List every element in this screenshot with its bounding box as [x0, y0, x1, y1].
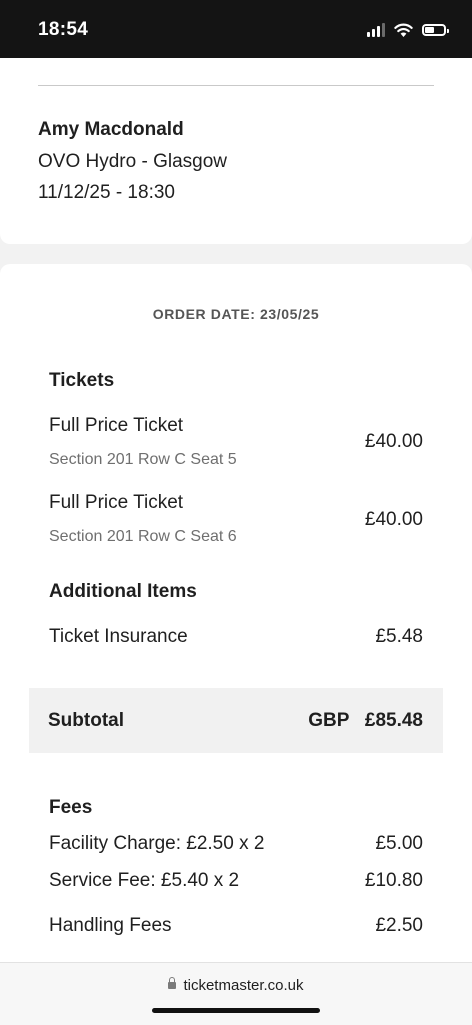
- home-indicator[interactable]: [152, 1008, 320, 1013]
- subtotal-value: GBP £85.48: [308, 710, 423, 731]
- status-time: 18:54: [38, 19, 89, 40]
- fees-heading: Fees: [49, 797, 93, 818]
- order-summary-card: ORDER DATE: 23/05/25 Tickets Full Price …: [0, 264, 472, 1024]
- event-venue: OVO Hydro - Glasgow: [38, 151, 227, 172]
- wifi-icon: [394, 23, 413, 37]
- fee-label: Service Fee: £5.40 x 2: [49, 870, 240, 891]
- ticket-name: Full Price Ticket: [49, 415, 184, 436]
- fee-amount: £5.00: [375, 833, 423, 854]
- ticket-price: £40.00: [364, 431, 423, 452]
- url-display[interactable]: ticketmaster.co.uk: [0, 977, 472, 994]
- ticket-name: Full Price Ticket: [49, 492, 184, 513]
- cellular-signal-icon: [367, 23, 385, 37]
- ticket-seat: Section 201 Row C Seat 6: [49, 528, 237, 545]
- subtotal-row: Subtotal GBP £85.48: [29, 688, 443, 753]
- ticket-insurance-price: £5.48: [375, 626, 423, 647]
- browser-address-bar[interactable]: ticketmaster.co.uk: [0, 962, 472, 1025]
- event-datetime: 11/12/25 - 18:30: [38, 182, 175, 203]
- battery-icon: [422, 24, 449, 36]
- fee-label: Handling Fees: [49, 915, 172, 936]
- url-text: ticketmaster.co.uk: [183, 977, 304, 994]
- status-icons: [367, 20, 449, 40]
- fee-amount: £2.50: [375, 915, 423, 936]
- ticket-seat: Section 201 Row C Seat 5: [49, 451, 237, 468]
- fee-label: Facility Charge: £2.50 x 2: [49, 833, 265, 854]
- lock-icon: [168, 977, 177, 989]
- fee-amount: £10.80: [364, 870, 423, 891]
- event-artist: Amy Macdonald: [38, 119, 184, 140]
- tickets-heading: Tickets: [49, 370, 115, 391]
- event-card: Amy Macdonald OVO Hydro - Glasgow 11/12/…: [0, 58, 472, 244]
- ticket-price: £40.00: [364, 509, 423, 530]
- ticket-insurance-label: Ticket Insurance: [49, 626, 188, 647]
- status-bar: 18:54: [0, 0, 472, 58]
- subtotal-label: Subtotal: [48, 710, 124, 731]
- additional-items-heading: Additional Items: [49, 581, 197, 602]
- divider: [38, 85, 434, 86]
- order-date: ORDER DATE: 23/05/25: [152, 306, 320, 322]
